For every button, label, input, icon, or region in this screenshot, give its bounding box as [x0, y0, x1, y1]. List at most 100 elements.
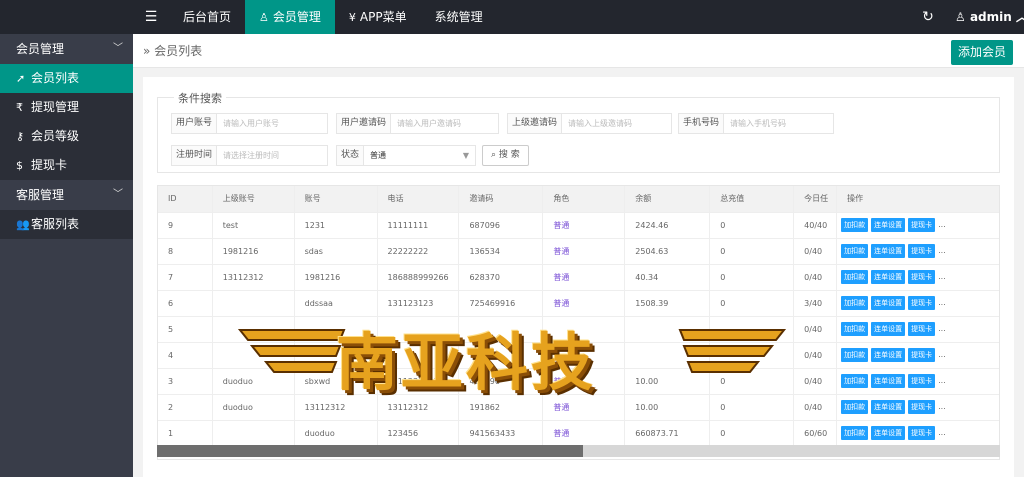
refresh-icon[interactable]: ↻ [917, 0, 939, 34]
more-actions[interactable]: ... [938, 272, 946, 281]
more-actions[interactable]: ... [938, 350, 946, 359]
order-settings-button[interactable]: 连单设置 [871, 400, 906, 414]
nav-app-menu[interactable]: ¥ APP菜单 [335, 0, 421, 34]
more-actions[interactable]: ... [938, 246, 946, 255]
table-cell: 13112312 [377, 394, 460, 421]
table-cell: 普通 [542, 368, 626, 395]
table-cell: 725469916 [458, 290, 544, 317]
user-menu[interactable]: ♙ admin ︿ [955, 0, 1024, 34]
rupee-icon: ₹ [16, 101, 23, 114]
scrollbar-thumb[interactable] [157, 445, 583, 457]
withdraw-card-button[interactable]: 提现卡 [908, 270, 936, 284]
more-actions[interactable]: ... [938, 220, 946, 229]
withdraw-card-button[interactable]: 提现卡 [908, 426, 936, 440]
sidebar-group-members[interactable]: 会员管理 ﹀ [0, 34, 133, 64]
field-register-time: 注册时间 [171, 145, 328, 166]
adjust-balance-button[interactable]: 加扣款 [841, 322, 869, 336]
more-actions[interactable]: ... [938, 298, 946, 307]
nav-app-menu-label: APP菜单 [359, 10, 407, 24]
sidebar-item-label: 会员等级 [31, 129, 80, 143]
field-phone: 手机号码 [678, 113, 834, 134]
field-label: 手机号码 [679, 114, 725, 133]
table-cell: 191862 [458, 394, 544, 421]
order-settings-button[interactable]: 连单设置 [871, 296, 906, 310]
table-cell [458, 342, 544, 369]
horizontal-scrollbar[interactable] [157, 445, 1000, 457]
nav-members[interactable]: ♙ 会员管理 [245, 0, 335, 34]
order-settings-button[interactable]: 连单设置 [871, 348, 906, 362]
adjust-balance-button[interactable]: 加扣款 [841, 270, 869, 284]
nav-members-label: 会员管理 [272, 10, 321, 24]
order-settings-button[interactable]: 连单设置 [871, 374, 906, 388]
table-cell: 0 [709, 212, 795, 239]
table-cell: ddssaa [294, 290, 378, 317]
table-cell: 3/40 [793, 290, 838, 317]
sidebar-group-label: 会员管理 [16, 42, 65, 56]
table-cell [624, 316, 711, 343]
member-table: ID 上级账号 账号 电话 邀请码 角色 余额 总充值 今日任 操作 9 test 1231 11111… [157, 185, 1000, 460]
more-actions[interactable]: ... [938, 324, 946, 333]
adjust-balance-button[interactable]: 加扣款 [841, 296, 869, 310]
table-cell: 1 [158, 420, 213, 447]
row-actions: 加扣款 连单设置 提现卡... [836, 394, 999, 421]
adjust-balance-button[interactable]: 加扣款 [841, 400, 869, 414]
adjust-balance-button[interactable]: 加扣款 [841, 218, 869, 232]
table-cell: 131123123 [377, 290, 460, 317]
table-cell: 0 [709, 238, 795, 265]
sidebar-group-service[interactable]: 客服管理 ﹀ [0, 180, 133, 210]
order-settings-button[interactable]: 连单设置 [871, 426, 906, 440]
more-actions[interactable]: ... [938, 428, 946, 437]
nav-system-label: 系统管理 [434, 10, 483, 24]
table-row: 1 duoduo 123456 941563433 普通 660873.71 0 60/60 加… [158, 420, 999, 447]
table-cell [212, 342, 295, 369]
column-header: 电话 [377, 186, 460, 213]
field-label: 用户账号 [172, 114, 218, 133]
table-cell [377, 316, 460, 343]
row-actions: 加扣款 连单设置 提现卡... [836, 290, 999, 317]
withdraw-card-button[interactable]: 提现卡 [908, 374, 936, 388]
sidebar-item-member-level[interactable]: ⚷ 会员等级 [0, 122, 133, 151]
parent-invite-input[interactable] [562, 114, 671, 133]
sidebar-item-service-list[interactable]: 👥客服列表 [0, 210, 133, 239]
withdraw-card-button[interactable]: 提现卡 [908, 400, 936, 414]
withdraw-card-button[interactable]: 提现卡 [908, 322, 936, 336]
nav-home[interactable]: 后台首页 [169, 0, 245, 34]
add-member-button[interactable]: 添加会员 [951, 40, 1013, 65]
nav-system[interactable]: 系统管理 [421, 0, 497, 34]
hamburger-icon[interactable]: ☰ [133, 0, 169, 34]
table-cell: 普通 [542, 394, 626, 421]
withdraw-card-button[interactable]: 提现卡 [908, 244, 936, 258]
withdraw-card-button[interactable]: 提现卡 [908, 218, 936, 232]
sidebar-item-withdraw-card[interactable]: $ 提现卡 [0, 151, 133, 180]
sidebar-item-member-list[interactable]: ➚ 会员列表 [0, 64, 133, 93]
row-actions: 加扣款 连单设置 提现卡... [836, 368, 999, 395]
order-settings-button[interactable]: 连单设置 [871, 244, 906, 258]
register-time-input[interactable] [217, 146, 327, 165]
search-panel: 条件搜索 用户账号 用户邀请码 上级邀请码 手机号码 注册时间 状态 普通 ▼ ⌕… [157, 90, 1000, 173]
user-invite-input[interactable] [391, 114, 498, 133]
withdraw-card-button[interactable]: 提现卡 [908, 348, 936, 362]
table-cell: 0/40 [793, 342, 838, 369]
sidebar-item-withdraw[interactable]: ₹ 提现管理 [0, 93, 133, 122]
adjust-balance-button[interactable]: 加扣款 [841, 374, 869, 388]
table-cell: 123456 [377, 420, 460, 447]
adjust-balance-button[interactable]: 加扣款 [841, 348, 869, 362]
table-cell [458, 316, 544, 343]
search-button[interactable]: ⌕ 搜 索 [482, 145, 529, 166]
adjust-balance-button[interactable]: 加扣款 [841, 244, 869, 258]
user-account-input[interactable] [217, 114, 327, 133]
field-user-invite: 用户邀请码 [336, 113, 499, 134]
order-settings-button[interactable]: 连单设置 [871, 270, 906, 284]
search-legend: 条件搜索 [174, 90, 226, 106]
order-settings-button[interactable]: 连单设置 [871, 322, 906, 336]
table-header-row: ID 上级账号 账号 电话 邀请码 角色 余额 总充值 今日任 操作 [158, 186, 999, 213]
table-cell: 22222222 [377, 238, 460, 265]
adjust-balance-button[interactable]: 加扣款 [841, 426, 869, 440]
withdraw-card-button[interactable]: 提现卡 [908, 296, 936, 310]
more-actions[interactable]: ... [938, 376, 946, 385]
phone-input[interactable] [724, 114, 833, 133]
status-select[interactable]: 普通 ▼ [364, 146, 475, 165]
order-settings-button[interactable]: 连单设置 [871, 218, 906, 232]
table-cell: 0/40 [793, 238, 838, 265]
more-actions[interactable]: ... [938, 402, 946, 411]
